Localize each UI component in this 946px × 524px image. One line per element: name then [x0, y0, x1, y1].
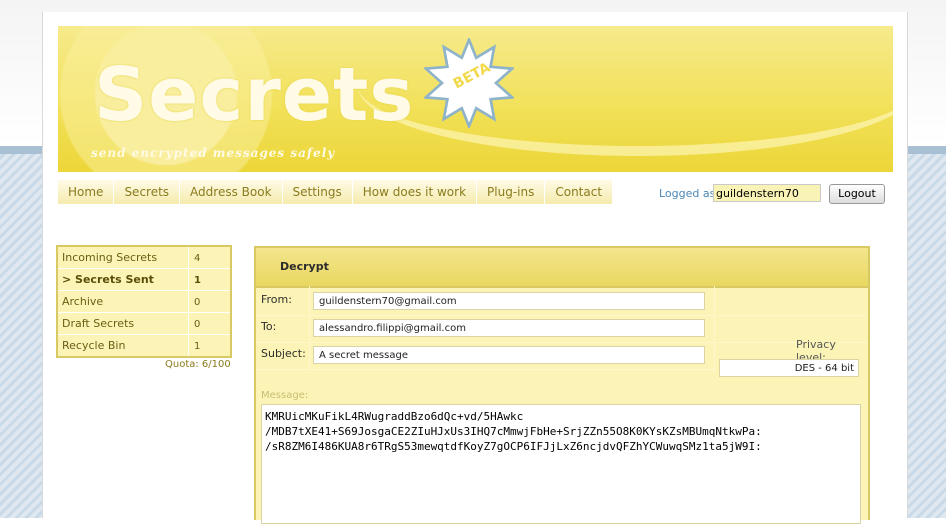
folder-secrets-sent[interactable]: > Secrets Sent 1	[58, 269, 230, 291]
to-field[interactable]: alessandro.filippi@gmail.com	[313, 319, 705, 337]
app-logo[interactable]: Secrets	[94, 52, 414, 138]
nav-secrets[interactable]: Secrets	[114, 180, 181, 204]
subject-label: Subject:	[261, 347, 306, 360]
folder-incoming-secrets[interactable]: Incoming Secrets 4	[58, 247, 230, 269]
header-banner: Secrets BETA send encrypted messages saf…	[58, 26, 893, 172]
folder-label: Archive	[58, 291, 189, 312]
folder-count: 4	[194, 253, 201, 264]
folder-count: 0	[194, 319, 201, 330]
logout-button[interactable]: Logout	[829, 184, 885, 204]
folder-count: 1	[194, 275, 201, 286]
folder-recycle-bin[interactable]: Recycle Bin 1	[58, 335, 230, 356]
privacy-level-select[interactable]: DES - 64 bit	[719, 359, 859, 377]
message-label: Message:	[261, 390, 309, 401]
nav-address-book[interactable]: Address Book	[180, 180, 283, 204]
folder-label: Draft Secrets	[58, 313, 189, 334]
folder-archive[interactable]: Archive 0	[58, 291, 230, 313]
folder-label: Recycle Bin	[58, 335, 189, 356]
nav-plugins[interactable]: Plug-ins	[477, 180, 546, 204]
from-label: From:	[261, 293, 292, 306]
message-body[interactable]: KMRUicMKuFikL4RWugraddBzo6dQc+vd/5HAwkc …	[261, 404, 861, 524]
folder-draft-secrets[interactable]: Draft Secrets 0	[58, 313, 230, 335]
folder-label: > Secrets Sent	[58, 269, 189, 290]
main-nav: Home Secrets Address Book Settings How d…	[58, 180, 614, 204]
tagline: send encrypted messages safely	[91, 146, 336, 160]
folder-count: 0	[194, 297, 201, 308]
folder-count: 1	[194, 341, 201, 352]
nav-settings[interactable]: Settings	[282, 180, 353, 204]
from-field[interactable]: guildenstern70@gmail.com	[313, 292, 705, 310]
from-row: From: guildenstern70@gmail.com	[256, 288, 868, 316]
panel-header: Decrypt	[256, 248, 868, 288]
subject-field[interactable]: A secret message	[313, 346, 705, 364]
to-row: To: alessandro.filippi@gmail.com	[256, 315, 868, 343]
message-panel: Decrypt From: guildenstern70@gmail.com T…	[254, 246, 870, 524]
to-label: To:	[261, 320, 277, 333]
logged-as-label: Logged as:	[659, 187, 720, 200]
username-field: guildenstern70	[713, 184, 821, 202]
decrypt-button[interactable]: Decrypt	[280, 260, 329, 273]
main-page: Secrets BETA send encrypted messages saf…	[42, 12, 908, 524]
folder-label: Incoming Secrets	[58, 247, 189, 268]
nav-how-it-works[interactable]: How does it work	[352, 180, 478, 204]
folder-list: Incoming Secrets 4 > Secrets Sent 1 Arch…	[56, 245, 232, 358]
subject-row: Subject: A secret message	[256, 342, 714, 370]
nav-contact[interactable]: Contact	[545, 180, 614, 204]
nav-home[interactable]: Home	[58, 180, 115, 204]
quota-label: Quota: 6/100	[165, 359, 231, 370]
